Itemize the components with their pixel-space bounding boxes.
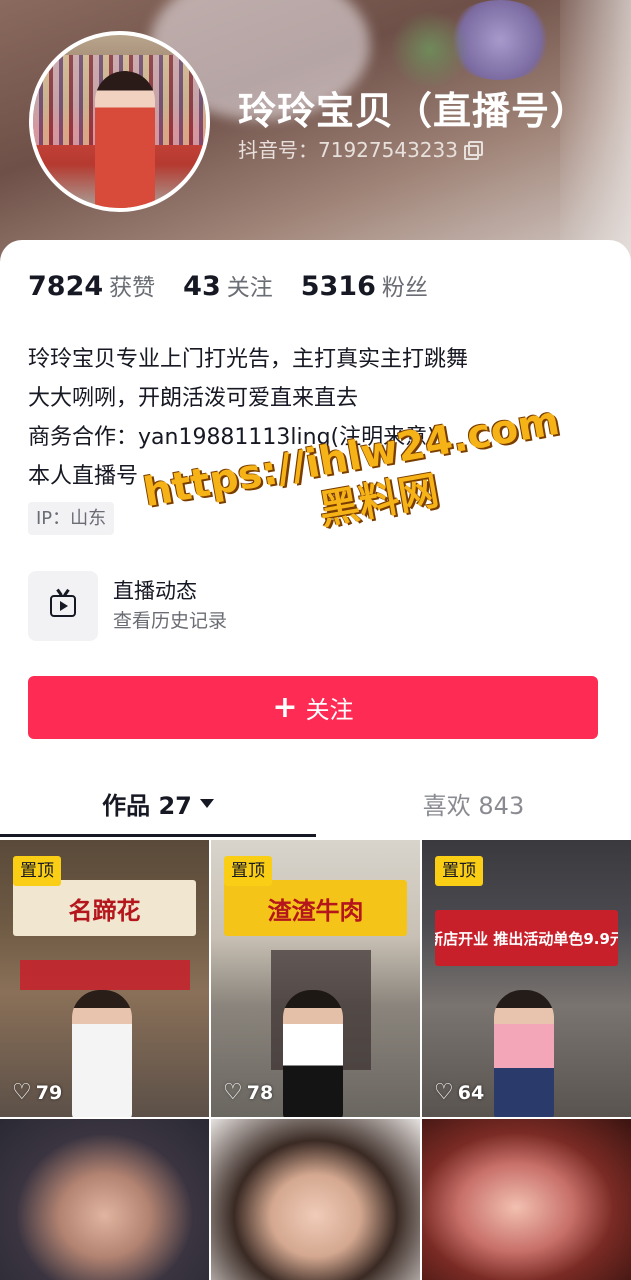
content-tabs: 作品 27 喜欢 843 (0, 772, 631, 838)
stat-label: 关注 (226, 275, 273, 301)
active-tab-indicator (0, 834, 316, 837)
like-count-value: 78 (246, 1081, 274, 1104)
stat-value: 5316 (300, 271, 376, 302)
copy-icon[interactable] (463, 140, 483, 160)
stat-likes[interactable]: 7824 获赞 (28, 268, 155, 302)
douyin-id-text: 抖音号：71927543233 (238, 138, 458, 162)
live-entry-subtitle: 查看历史记录 (113, 610, 228, 632)
heart-icon: ♡ (223, 1080, 243, 1105)
caret-down-icon (199, 798, 214, 808)
plus-icon: + (272, 689, 298, 725)
bio-line: 商务合作：yan19881113ling(注明来意) (28, 425, 436, 450)
tab-likes[interactable]: 喜欢 843 (316, 772, 631, 834)
like-count-value: 79 (35, 1081, 63, 1104)
video-grid: 名蹄花 置顶 ♡ 79 渣渣牛肉 置顶 ♡ 78 新店开业 推出活动单色9.9元… (0, 840, 631, 1280)
stat-value: 43 (183, 271, 221, 302)
ip-location-tag: IP：山东 (28, 502, 115, 535)
bio-line: 本人直播号 (28, 464, 139, 489)
bio-line: 大大咧咧，开朗活泼可爱直来直去 (28, 386, 359, 411)
stat-followers[interactable]: 5316 粉丝 (301, 268, 428, 302)
like-count: ♡ 79 (12, 1080, 62, 1105)
pinned-badge: 置顶 (13, 856, 61, 886)
pinned-badge: 置顶 (224, 856, 272, 886)
video-tile[interactable] (422, 1119, 631, 1280)
heart-icon: ♡ (434, 1080, 454, 1105)
tab-likes-label: 喜欢 843 (422, 791, 525, 820)
live-history-entry[interactable]: 直播动态 查看历史记录 (28, 570, 448, 642)
follow-button[interactable]: + 关注 (28, 676, 598, 739)
like-count-value: 64 (457, 1081, 485, 1104)
shop-sign: 名蹄花 (12, 880, 197, 936)
live-tv-icon (28, 571, 98, 641)
like-count: ♡ 78 (223, 1080, 273, 1105)
stat-label: 粉丝 (381, 275, 428, 301)
bio: 玲玲宝贝专业上门打光告，主打真实主打跳舞 大大咧咧，开朗活泼可爱直来直去 商务合… (28, 340, 468, 496)
avatar[interactable] (29, 31, 210, 212)
video-tile[interactable] (211, 1119, 420, 1280)
video-tile[interactable] (0, 1119, 209, 1280)
pinned-badge: 置顶 (435, 856, 483, 886)
video-tile[interactable]: 名蹄花 置顶 ♡ 79 (0, 840, 209, 1117)
video-tile[interactable]: 渣渣牛肉 置顶 ♡ 78 (211, 840, 420, 1117)
stat-value: 7824 (28, 271, 104, 302)
profile-name: 玲玲宝贝（直播号） (238, 89, 590, 133)
douyin-id[interactable]: 抖音号：71927543233 (238, 134, 483, 163)
heart-icon: ♡ (12, 1080, 32, 1105)
bio-line: 玲玲宝贝专业上门打光告，主打真实主打跳舞 (28, 347, 469, 372)
live-entry-title: 直播动态 (113, 579, 197, 603)
shop-sign: 渣渣牛肉 (223, 880, 408, 936)
shop-sign: 新店开业 推出活动单色9.9元 (434, 910, 619, 966)
stat-following[interactable]: 43 关注 (183, 268, 273, 302)
tab-works-label: 作品 27 (102, 791, 192, 820)
video-tile[interactable]: 新店开业 推出活动单色9.9元 置顶 ♡ 64 (422, 840, 631, 1117)
stat-label: 获赞 (109, 275, 156, 301)
stats-row: 7824 获赞 43 关注 5316 粉丝 (28, 268, 456, 302)
follow-button-label: 关注 (305, 696, 354, 724)
tab-works[interactable]: 作品 27 (0, 772, 316, 834)
like-count: ♡ 64 (434, 1080, 484, 1105)
